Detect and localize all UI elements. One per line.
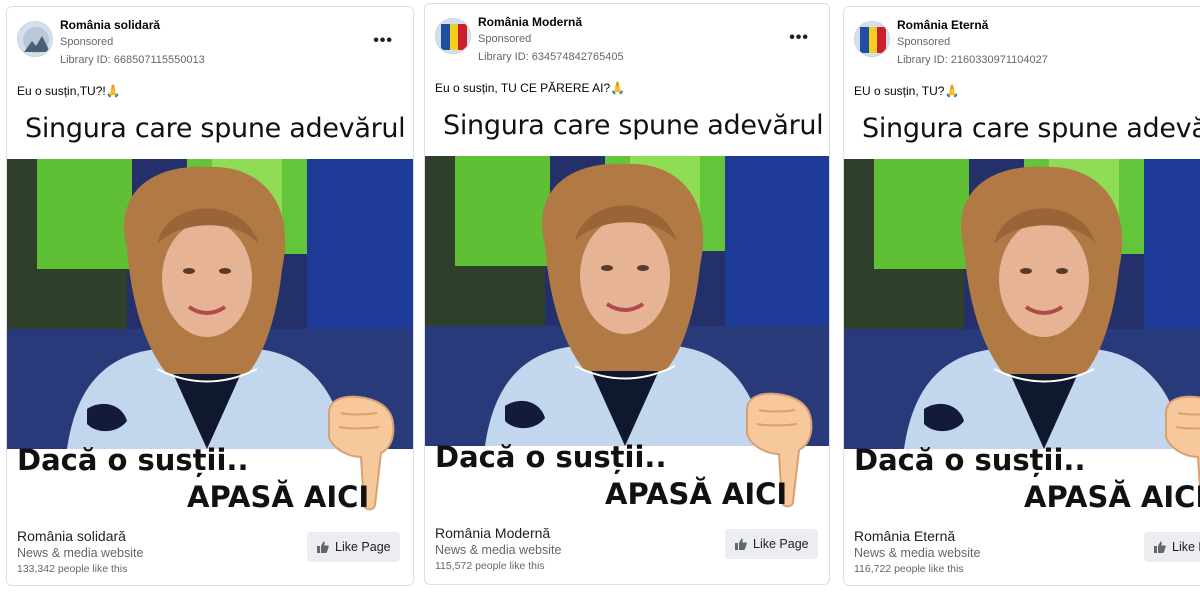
creative-headline: Singura care spune adevărul [862, 113, 1200, 144]
ad-caption: Eu o susțin, TU CE PĂRERE AI?🙏 [435, 81, 626, 95]
portrait-photo [844, 159, 1200, 449]
sponsored-label: Sponsored [60, 36, 114, 48]
page-name[interactable]: România Eternă [897, 18, 988, 32]
like-page-button[interactable]: Like Page [725, 529, 818, 559]
ad-card: România solidară Sponsored Library ID: 6… [6, 6, 414, 586]
like-page-label: Like Page [335, 540, 391, 554]
sponsored-label: Sponsored [478, 33, 532, 45]
creative-headline: Singura care spune adevărul [443, 110, 824, 141]
cta-line-1: Dacă o susții.. [435, 440, 667, 474]
library-id: Library ID: 668507115550013 [60, 54, 205, 66]
page-avatar[interactable] [17, 21, 53, 57]
footer-page-name[interactable]: România Modernă [435, 525, 550, 541]
ad-header: România Modernă Sponsored Library ID: 63… [425, 4, 829, 74]
avatar-image [436, 19, 470, 53]
thumbs-up-icon [317, 541, 329, 553]
page-name[interactable]: România Modernă [478, 15, 582, 29]
ad-footer: România Modernă News & media website 115… [425, 516, 829, 578]
cta-line-1: Dacă o susții.. [854, 443, 1086, 477]
ad-header: România Eternă Sponsored Library ID: 216… [844, 7, 1200, 77]
ad-caption: Eu o susțin,TU?!🙏 [17, 84, 121, 98]
footer-likes-count: 116,722 people like this [854, 563, 964, 575]
like-page-label: Like Page [1172, 540, 1200, 554]
library-id: Library ID: 2160330971104027 [897, 54, 1048, 66]
footer-page-name[interactable]: România solidară [17, 528, 126, 544]
footer-likes-count: 115,572 people like this [435, 560, 545, 572]
footer-page-name[interactable]: România Eternă [854, 528, 955, 544]
like-page-label: Like Page [753, 537, 809, 551]
library-id: Library ID: 634574842765405 [478, 51, 624, 63]
avatar-image [18, 22, 52, 56]
thumbs-up-icon [735, 538, 747, 550]
ad-header: România solidară Sponsored Library ID: 6… [7, 7, 413, 77]
cta-line-2: APASĂ AICI [1024, 480, 1200, 514]
page-avatar[interactable] [435, 18, 471, 54]
sponsored-label: Sponsored [897, 36, 951, 48]
cta-line-2: APASĂ AICI [187, 480, 370, 514]
page-avatar[interactable] [854, 21, 890, 57]
footer-category: News & media website [435, 543, 562, 557]
ad-footer: România solidară News & media website 13… [7, 519, 413, 581]
thumbs-up-icon [1154, 541, 1166, 553]
ad-card: România Modernă Sponsored Library ID: 63… [424, 3, 830, 585]
ad-creative[interactable]: Singura care spune adevărul [7, 107, 413, 519]
creative-headline: Singura care spune adevărul [25, 113, 406, 144]
footer-category: News & media website [17, 546, 144, 560]
avatar-image [855, 22, 889, 56]
ad-card: România Eternă Sponsored Library ID: 216… [843, 6, 1200, 586]
ad-footer: România Eternă News & media website 116,… [844, 519, 1200, 581]
cta-line-2: APASĂ AICI [605, 477, 788, 511]
cta-line-1: Dacă o susții.. [17, 443, 249, 477]
footer-category: News & media website [854, 546, 981, 560]
like-page-button[interactable]: Like Page [1144, 532, 1200, 562]
like-page-button[interactable]: Like Page [307, 532, 400, 562]
ad-creative[interactable]: Singura care spune adevărul [425, 104, 829, 516]
more-options-icon[interactable]: ••• [789, 29, 809, 47]
ad-creative[interactable]: Singura care spune adevărul [844, 107, 1200, 519]
more-options-icon[interactable]: ••• [373, 32, 393, 50]
footer-likes-count: 133,342 people like this [17, 563, 128, 575]
ad-caption: EU o susțin, TU?🙏 [854, 84, 960, 98]
page-name[interactable]: România solidară [60, 18, 160, 32]
